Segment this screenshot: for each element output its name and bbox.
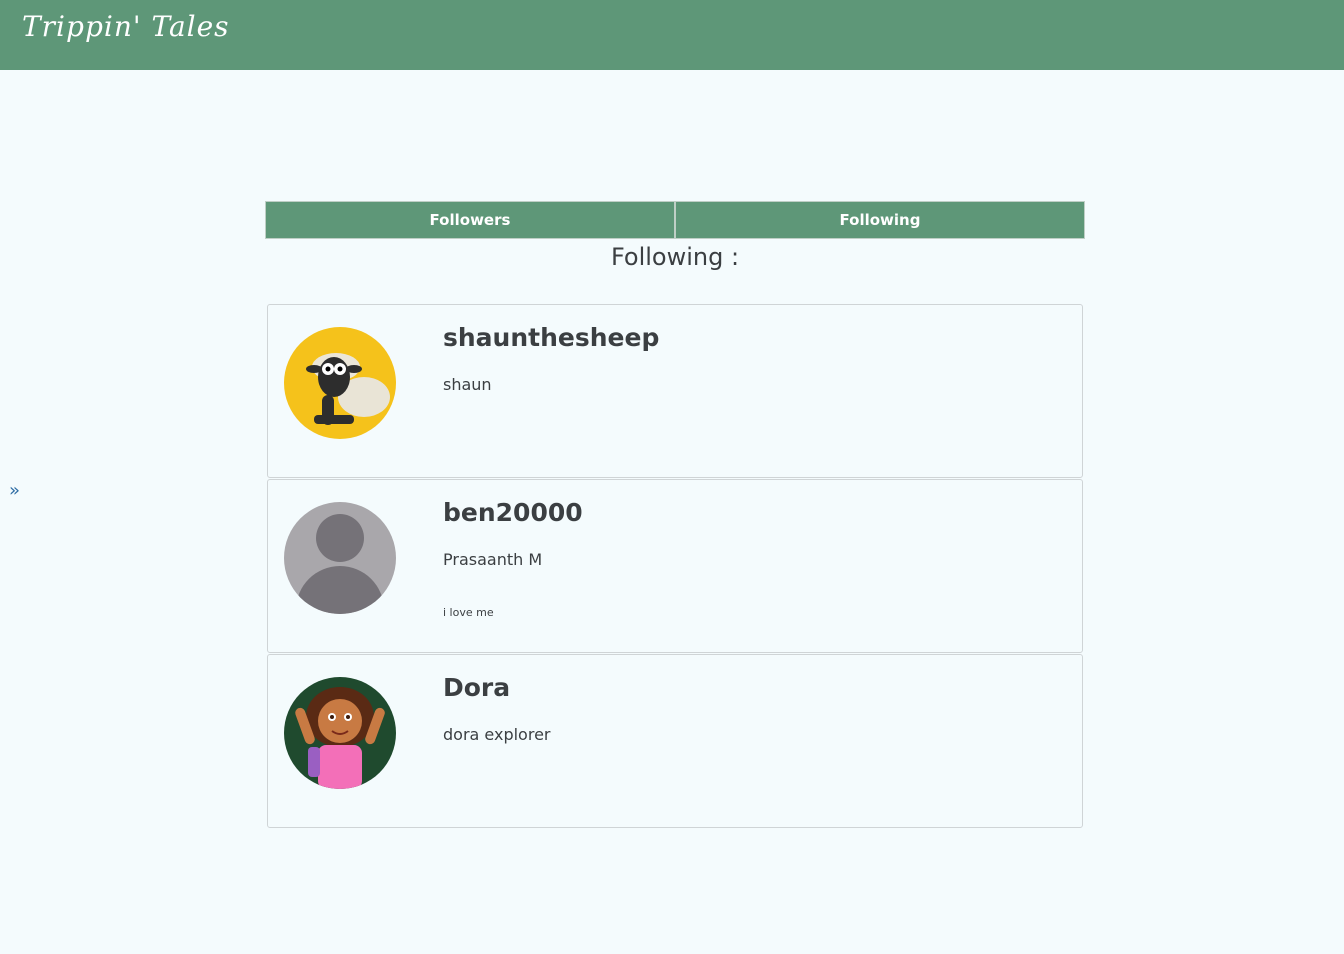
user-card[interactable]: ben20000 Prasaanth M i love me bbox=[267, 479, 1083, 653]
default-user-avatar[interactable] bbox=[284, 502, 396, 614]
user-card[interactable]: Dora dora explorer bbox=[267, 654, 1083, 828]
username[interactable]: ben20000 bbox=[443, 498, 583, 527]
top-navbar: Trippin' Tales bbox=[0, 0, 1344, 70]
bio: i love me bbox=[443, 606, 494, 619]
tab-following[interactable]: Following bbox=[675, 201, 1085, 239]
brand-logo[interactable]: Trippin' Tales bbox=[22, 10, 230, 43]
username[interactable]: shaunthesheep bbox=[443, 323, 659, 352]
user-card[interactable]: shaunthesheep shaun bbox=[267, 304, 1083, 478]
full-name: shaun bbox=[443, 375, 492, 394]
follow-tabs: Followers Following bbox=[265, 201, 1085, 239]
sidebar-expand-icon[interactable]: » bbox=[9, 480, 20, 501]
dora-avatar[interactable] bbox=[284, 677, 396, 789]
username[interactable]: Dora bbox=[443, 673, 510, 702]
following-list: shaunthesheep shaun ben20000 Prasaanth M… bbox=[267, 304, 1083, 829]
section-title: Following : bbox=[610, 243, 740, 271]
full-name: Prasaanth M bbox=[443, 550, 543, 569]
full-name: dora explorer bbox=[443, 725, 551, 744]
sheep-avatar[interactable] bbox=[284, 327, 396, 439]
tab-followers[interactable]: Followers bbox=[265, 201, 675, 239]
